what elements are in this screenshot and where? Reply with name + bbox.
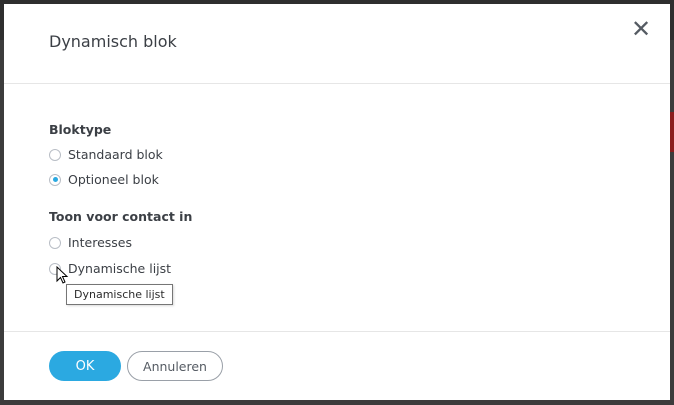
- radio-dynamic-list-label: Dynamische lijst: [68, 261, 172, 276]
- cancel-button[interactable]: Annuleren: [127, 351, 223, 381]
- radio-interests-label: Interesses: [68, 235, 132, 250]
- modal-header: Dynamisch blok ✕: [4, 4, 670, 84]
- radio-optional-block-circle[interactable]: [49, 173, 61, 186]
- dynamic-block-modal: Dynamisch blok ✕ Bloktype Standaard blok…: [4, 4, 670, 400]
- radio-standard-block-label: Standaard blok: [68, 147, 163, 162]
- radio-optional-block[interactable]: Optioneel blok: [49, 172, 159, 187]
- close-icon[interactable]: ✕: [630, 17, 652, 41]
- radio-interests-circle[interactable]: [49, 236, 61, 249]
- radio-standard-block[interactable]: Standaard blok: [49, 147, 163, 162]
- tooltip-dynamic-list: Dynamische lijst: [66, 284, 173, 305]
- mouse-pointer-icon: [56, 266, 69, 284]
- radio-standard-block-circle[interactable]: [49, 148, 61, 161]
- show-for-contact-label: Toon voor contact in: [49, 209, 193, 224]
- radio-optional-block-label: Optioneel blok: [68, 172, 159, 187]
- block-type-label: Bloktype: [49, 122, 112, 137]
- modal-title: Dynamisch blok: [49, 32, 177, 51]
- radio-interests[interactable]: Interesses: [49, 235, 132, 250]
- ok-button[interactable]: OK: [49, 351, 121, 381]
